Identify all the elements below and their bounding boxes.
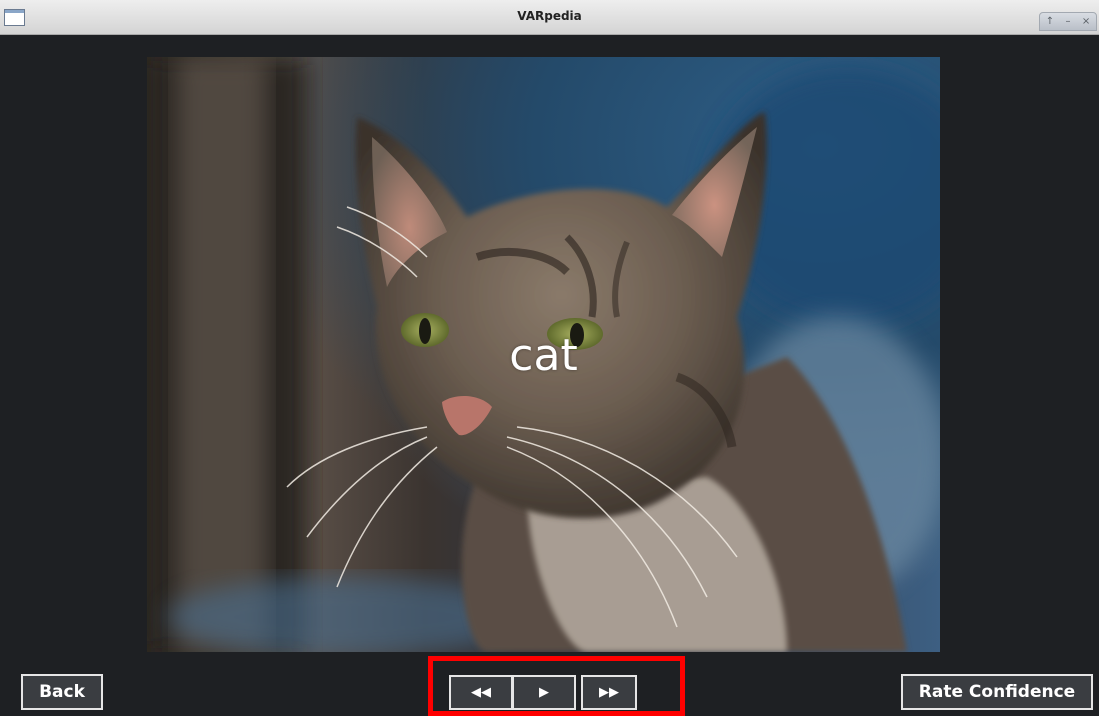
creation-caption: cat [509,330,578,381]
minimize-icon[interactable]: – [1066,16,1071,27]
maximize-up-icon[interactable]: ↑ [1046,16,1054,27]
window-controls: ↑ – × [1039,12,1097,31]
window-title: VARpedia [517,9,582,23]
rate-confidence-button[interactable]: Rate Confidence [901,674,1093,710]
back-button[interactable]: Back [21,674,103,710]
fast-forward-button[interactable]: ▶▶ [581,675,637,710]
creation-video-viewer: cat [147,57,940,652]
close-icon[interactable]: × [1082,16,1090,27]
play-button[interactable]: ▶ [512,675,576,710]
title-bar[interactable]: VARpedia ↑ – × [0,0,1099,35]
app-window: VARpedia ↑ – × cat Back ◀◀ ▶ ▶▶ Rate Con… [0,0,1099,716]
rewind-button[interactable]: ◀◀ [449,675,513,710]
